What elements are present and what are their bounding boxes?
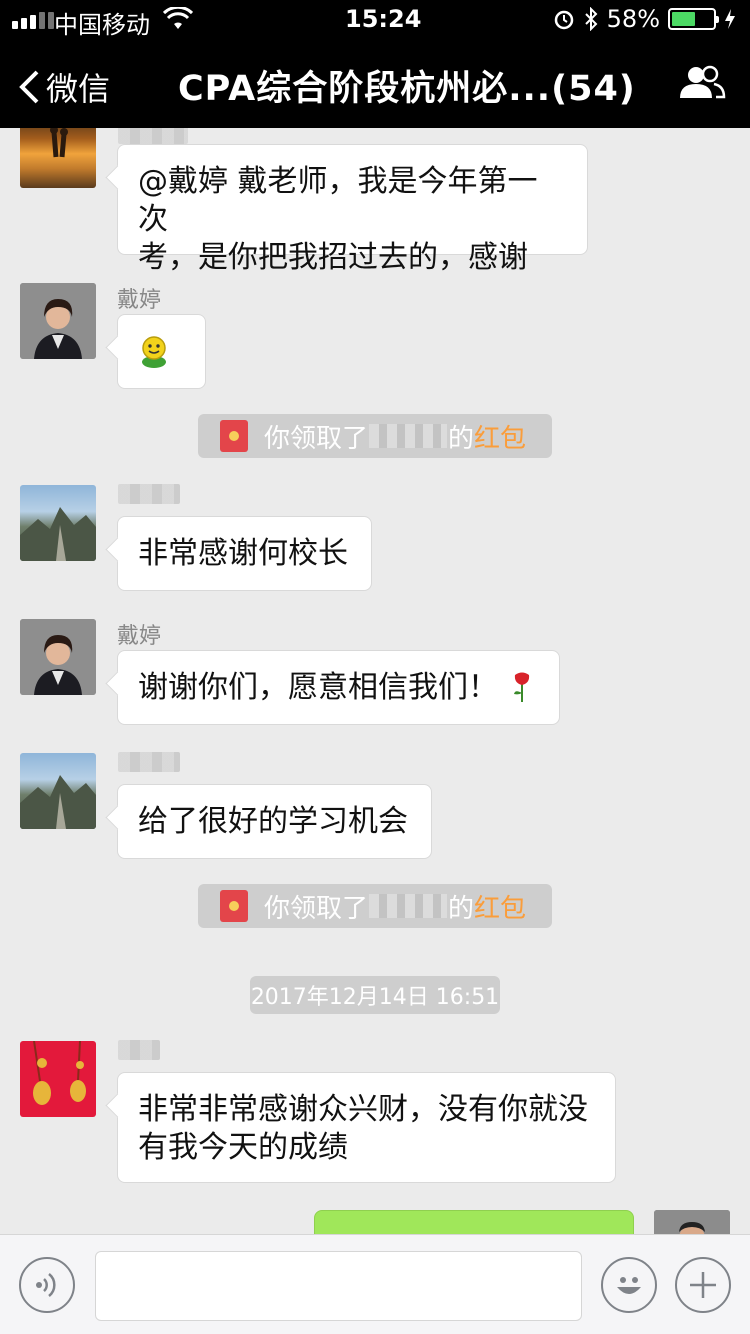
red-envelope-icon (220, 420, 248, 452)
voice-icon (36, 1273, 56, 1297)
chat-area[interactable]: @戴婷 戴老师，我是今年第一次 考，是你把我招过去的，感谢 戴婷 你领取了 的 … (0, 128, 750, 1234)
sender-name-blurred (118, 484, 180, 504)
sender-name: 戴婷 (117, 624, 162, 649)
sender-name: 戴婷 (117, 288, 162, 313)
battery-percent: 58% (606, 5, 660, 33)
message-bubble[interactable]: 非常感谢何校长 (117, 516, 372, 591)
message-bubble[interactable] (117, 314, 206, 389)
red-packet-notice: 你领取了 的 红包 (198, 884, 552, 928)
more-button[interactable] (675, 1257, 731, 1313)
notice-prefix: 你领取了 (264, 893, 369, 924)
message-text: 有我今天的成绩 (138, 1130, 348, 1165)
message-bubble[interactable]: 谢谢你们，愿意相信我们！ (117, 650, 560, 725)
smile-sticker-icon (142, 336, 166, 368)
avatar[interactable] (20, 753, 96, 829)
message-text: 非常非常感谢众兴财，没有你就没 (138, 1092, 588, 1127)
status-time: 15:24 (345, 5, 422, 33)
blurred-name (369, 424, 448, 448)
red-packet-link[interactable]: 红包 (474, 418, 526, 455)
signal-icon (12, 12, 54, 29)
avatar[interactable] (20, 128, 96, 188)
timestamp: 2017年12月14日 16:51 (250, 976, 500, 1014)
emoji-icon (617, 1277, 641, 1294)
back-button[interactable]: 微信 (18, 64, 110, 110)
top-bar: 中国移动 15:24 58% 微信 CPA综合阶段杭州必...(54) (0, 0, 750, 128)
emoji-button[interactable] (601, 1257, 657, 1313)
carrier-label: 中国移动 (54, 11, 150, 39)
notice-suffix: 的 (448, 423, 475, 454)
voice-button[interactable] (19, 1257, 75, 1313)
message-text: 谢谢你们，愿意相信我们！ (138, 670, 498, 705)
charging-icon (725, 9, 735, 29)
red-envelope-icon (220, 890, 248, 922)
sender-name-blurred (118, 128, 188, 144)
avatar[interactable] (20, 485, 96, 561)
wifi-icon (163, 7, 193, 29)
sender-name-blurred (118, 752, 180, 772)
my-avatar[interactable] (654, 1210, 730, 1234)
avatar[interactable] (20, 1041, 96, 1117)
message-text: @戴婷 戴老师，我是今年第一次 (138, 164, 538, 237)
avatar[interactable] (20, 619, 96, 695)
chat-title: CPA综合阶段杭州必...(54) (178, 69, 636, 109)
message-input[interactable] (95, 1251, 582, 1321)
red-packet-notice: 你领取了 的 红包 (198, 414, 552, 458)
plus-icon (690, 1272, 716, 1298)
notice-suffix: 的 (448, 893, 475, 924)
blurred-name (369, 894, 448, 918)
battery-level-fill (672, 12, 696, 26)
red-packet-link[interactable]: 红包 (474, 888, 526, 925)
group-members-icon[interactable] (678, 64, 726, 102)
input-bar (0, 1234, 750, 1334)
rose-icon (514, 672, 530, 702)
back-chevron-icon (19, 70, 39, 104)
back-label: 微信 (46, 70, 111, 108)
message-bubble[interactable]: 非常非常感谢众兴财，没有你就没 有我今天的成绩 (117, 1072, 616, 1183)
message-text: 考，是你把我招过去的，感谢 (138, 240, 528, 275)
message-text: 非常感谢何校长 (138, 536, 348, 571)
message-bubble[interactable]: 给了很好的学习机会 (117, 784, 432, 859)
my-message-bubble[interactable] (314, 1210, 634, 1234)
avatar[interactable] (20, 283, 96, 359)
battery-icon (668, 8, 719, 30)
message-bubble[interactable]: @戴婷 戴老师，我是今年第一次 考，是你把我招过去的，感谢 (117, 144, 588, 275)
bluetooth-icon (584, 7, 598, 31)
alarm-icon (554, 10, 573, 30)
notice-prefix: 你领取了 (264, 423, 369, 454)
status-bar: 中国移动 15:24 58% (0, 0, 750, 40)
message-text: 给了很好的学习机会 (138, 804, 408, 839)
nav-bar: 微信 CPA综合阶段杭州必...(54) (0, 40, 750, 128)
sender-name-blurred (118, 1040, 160, 1060)
